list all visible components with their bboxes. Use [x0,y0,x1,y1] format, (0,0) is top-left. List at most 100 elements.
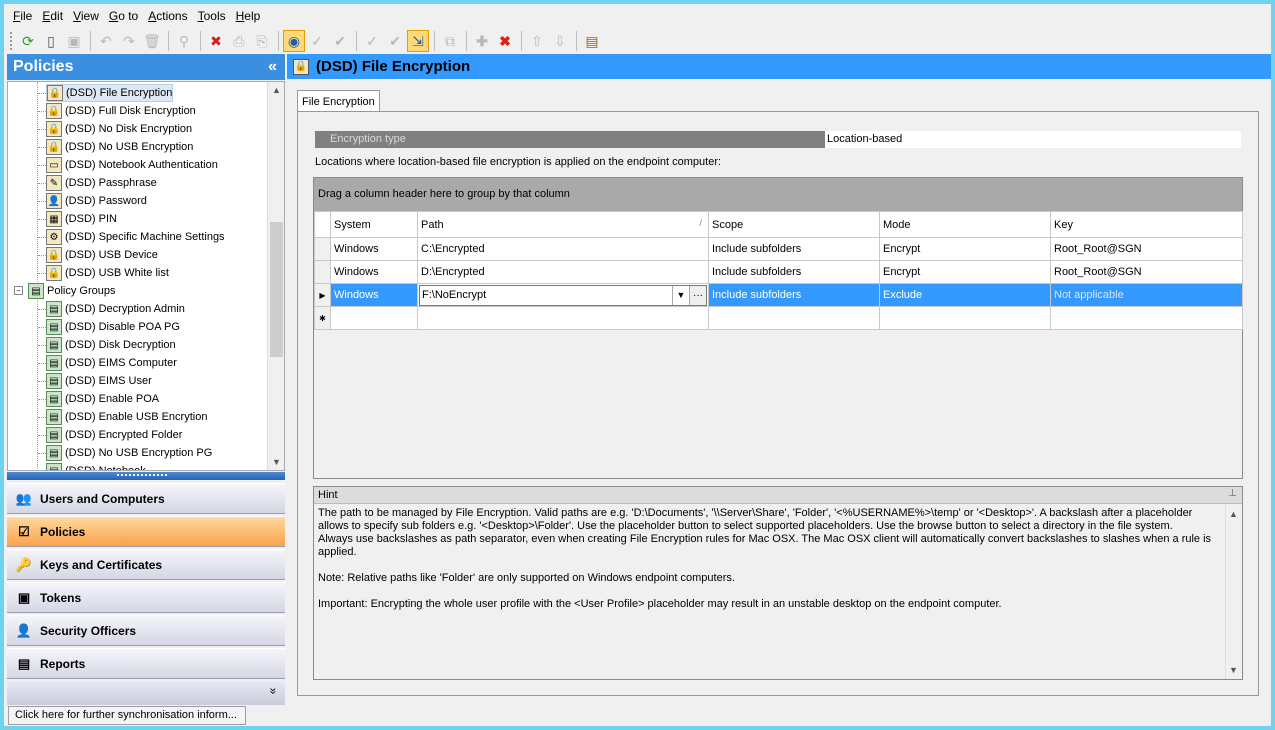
menu-item[interactable]: Go to [106,9,145,23]
path-editor[interactable]: F:\NoEncrypt ▼ ··· [419,284,707,306]
menu-item[interactable]: Tools [195,9,233,23]
nav-tokens[interactable]: ▣ Tokens [7,582,285,613]
path-input[interactable]: F:\NoEncrypt [420,289,672,301]
nav-keys-and-certificates[interactable]: 🔑 Keys and Certificates [7,549,285,580]
pin-icon[interactable]: ⊥ [1228,488,1237,499]
cell-key[interactable]: Root_Root@SGN [1050,237,1243,261]
new-row[interactable]: ✱ [314,306,1243,330]
delete-icon[interactable]: 🗑 [141,30,163,52]
cell-system[interactable]: Windows [330,283,418,307]
panel-splitter[interactable] [7,472,285,480]
tree-item[interactable]: 🔒 (DSD) File Encryption [46,84,174,102]
scroll-up-icon[interactable]: ▲ [269,82,284,98]
undo-icon[interactable]: ↶ [95,30,117,52]
column-header-scope[interactable]: Scope [708,211,880,238]
row-indicator[interactable] [314,260,331,284]
approve-all-icon[interactable]: ✔ [384,30,406,52]
menu-item[interactable]: File [10,9,39,23]
cell-system[interactable]: Windows [330,237,418,261]
tree-item[interactable]: ▭ (DSD) Notebook Authentication [46,156,218,174]
tree-item[interactable]: ▤ (DSD) EIMS User [46,372,152,390]
tree-item[interactable]: 🔒 (DSD) Full Disk Encryption [46,102,196,120]
tree-item[interactable]: ⚙ (DSD) Specific Machine Settings [46,228,225,246]
nav-users-and-computers[interactable]: 👥 Users and Computers [7,483,285,514]
tab-file-encryption[interactable]: File Encryption [297,90,380,112]
tree-scrollbar[interactable]: ▲ ▼ [267,82,284,470]
check-icon[interactable]: ✓ [306,30,328,52]
cell-path[interactable]: D:\Encrypted [417,260,709,284]
approve-icon[interactable]: ✓ [361,30,383,52]
report-icon[interactable]: ▤ [581,30,603,52]
scroll-down-icon[interactable]: ▼ [1226,662,1241,678]
menu-item[interactable]: Edit [39,9,70,23]
remove-policy-icon[interactable]: ✖ [205,30,227,52]
menu-item[interactable]: View [70,9,106,23]
collapse-node-icon[interactable]: − [14,286,23,295]
cell-mode[interactable]: Exclude [879,283,1051,307]
copy-icon[interactable]: ⧉ [439,30,461,52]
cell-path[interactable]: C:\Encrypted [417,237,709,261]
group-by-area[interactable]: Drag a column header here to group by th… [314,178,1242,211]
scroll-thumb[interactable] [270,222,283,357]
cell-scope[interactable]: Include subfolders [708,283,880,307]
cell-mode[interactable]: Encrypt [879,260,1051,284]
tree-item[interactable]: ▤ (DSD) Disable POA PG [46,318,180,336]
refresh-icon[interactable]: ⟳ [17,30,39,52]
cell-system[interactable]: Windows [330,260,418,284]
tree-item[interactable]: 🔒 (DSD) No Disk Encryption [46,120,192,138]
scroll-down-icon[interactable]: ▼ [269,454,284,470]
cell-scope[interactable]: Include subfolders [708,260,880,284]
row-indicator[interactable] [314,237,331,261]
toggle-view-icon[interactable]: ◉ [283,30,305,52]
move-up-icon[interactable]: ⇧ [526,30,548,52]
new-document-icon[interactable]: ▯ [40,30,62,52]
nav-policies[interactable]: ☑ Policies [7,516,285,547]
scroll-up-icon[interactable]: ▲ [1226,506,1241,522]
tree-item[interactable]: ▤ (DSD) Decryption Admin [46,300,185,318]
tree-item[interactable]: ▤ (DSD) Notebook [46,462,146,470]
tree-item[interactable]: ▤ (DSD) Enable POA [46,390,159,408]
remove-icon[interactable]: ✖ [494,30,516,52]
save-icon[interactable]: ▣ [63,30,85,52]
tree-item[interactable]: ▤ (DSD) Encrypted Folder [46,426,182,444]
table-row[interactable]: Windows D:\Encrypted Include subfolders … [314,260,1243,284]
menu-item[interactable]: Help [233,9,268,23]
cell-scope[interactable]: Include subfolders [708,237,880,261]
tree-group-policy-groups[interactable]: ▤ Policy Groups [28,282,115,300]
tree-item[interactable]: ▦ (DSD) PIN [46,210,117,228]
cell-path-editor[interactable]: F:\NoEncrypt ▼ ··· [417,283,709,307]
tree-item[interactable]: 👤 (DSD) Password [46,192,147,210]
nav-reports[interactable]: ▤ Reports [7,648,285,679]
print-preview-icon[interactable]: ⎘ [251,30,273,52]
tree-item[interactable]: 🔒 (DSD) No USB Encryption [46,138,193,156]
cell-system[interactable] [330,306,418,330]
find-icon[interactable]: ⚲ [173,30,195,52]
menu-item[interactable]: Actions [145,9,194,23]
redo-icon[interactable]: ↷ [118,30,140,52]
tree-item[interactable]: ▤ (DSD) No USB Encryption PG [46,444,212,462]
move-down-icon[interactable]: ⇩ [549,30,571,52]
print-icon[interactable]: ⎙ [228,30,250,52]
toolbar-grip[interactable] [10,32,13,50]
nav-security-officers[interactable]: 👤 Security Officers [7,615,285,646]
sort-icon[interactable]: ⇲ [407,30,429,52]
tree-item[interactable]: ▤ (DSD) EIMS Computer [46,354,177,372]
tree-item[interactable]: 🔒 (DSD) USB Device [46,246,158,264]
sync-status-bar[interactable]: Click here for further synchronisation i… [8,706,246,725]
column-header-mode[interactable]: Mode [879,211,1051,238]
placeholder-dropdown-icon[interactable]: ▼ [672,285,689,305]
encryption-type-value[interactable]: Location-based [825,131,1241,148]
new-row-asterisk-icon[interactable]: ✱ [314,306,331,330]
policy-tree[interactable]: ▲ ▼ 🔒 (DSD) File Encryption 🔒 (DSD) Full Di… [7,81,285,471]
current-row-arrow-icon[interactable]: ▶ [314,283,331,307]
check-all-icon[interactable]: ✔ [329,30,351,52]
cell-scope[interactable] [708,306,880,330]
tree-item[interactable]: 🔒 (DSD) USB White list [46,264,169,282]
tree-item[interactable]: ▤ (DSD) Disk Decryption [46,336,176,354]
cell-mode[interactable] [879,306,1051,330]
column-header-key[interactable]: Key [1050,211,1243,238]
table-row[interactable]: Windows C:\Encrypted Include subfolders … [314,237,1243,261]
table-row-selected[interactable]: ▶ Windows F:\NoEncrypt ▼ ··· Include sub… [314,283,1243,307]
collapse-panel-icon[interactable]: « [268,58,277,76]
browse-button-icon[interactable]: ··· [689,285,706,305]
